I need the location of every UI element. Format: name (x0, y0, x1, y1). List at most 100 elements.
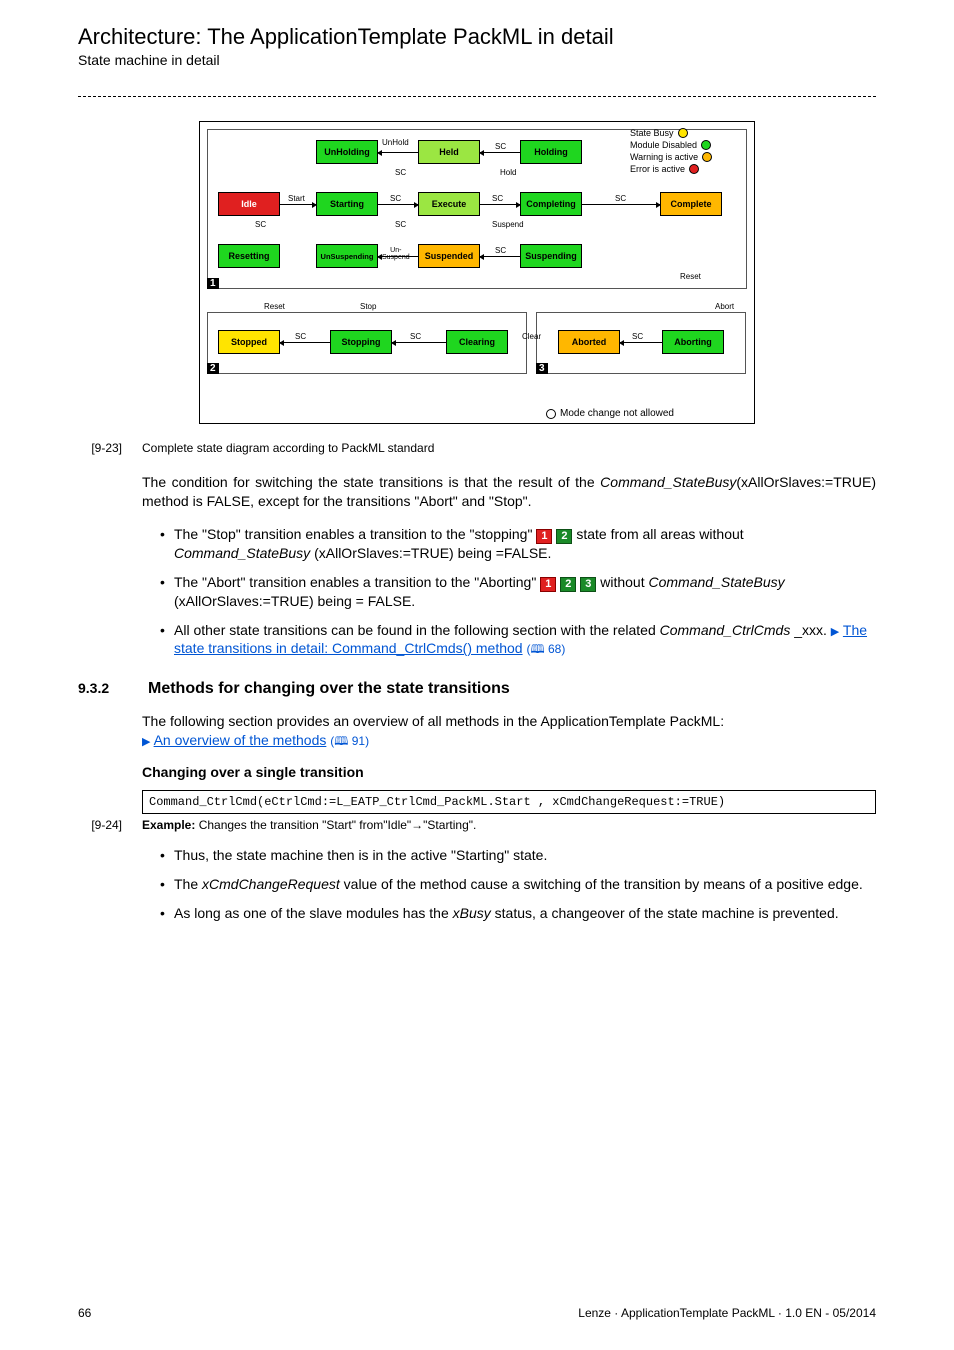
state-clearing: Clearing (446, 330, 508, 354)
section-heading: Methods for changing over the state tran… (148, 680, 510, 698)
arrow (280, 342, 330, 343)
text: 68 (548, 642, 561, 656)
state-held: Held (418, 140, 480, 164)
bullet-xcmd: The xCmdChangeRequest value of the metho… (160, 875, 876, 894)
arrow (280, 204, 316, 205)
arrow (620, 342, 662, 343)
text: The condition for switching the state tr… (142, 474, 600, 490)
label-sc: SC (395, 168, 406, 177)
text: value of the method cause a switching of… (340, 876, 863, 892)
legend: State Busy Module Disabled Warning is ac… (630, 128, 748, 176)
state-resetting: Resetting (218, 244, 280, 268)
label-sc: SC (492, 194, 503, 203)
legend-disabled: Module Disabled (630, 140, 697, 150)
link-methods-overview[interactable]: An overview of the methods (154, 732, 327, 748)
text: (xAllOrSlaves:=TRUE) being =FALSE. (310, 545, 551, 561)
label-sc: SC (495, 246, 506, 255)
arrow (582, 204, 660, 205)
arrow (480, 204, 520, 205)
label-abort: Abort (715, 302, 734, 311)
text: The "Stop" transition enables a transiti… (174, 526, 536, 542)
label-clear: Clear (522, 332, 541, 341)
bullet-abort: The "Abort" transition enables a transit… (160, 573, 876, 611)
text-italic: Command_StateBusy (649, 574, 785, 590)
text: status, a changeover of the state machin… (491, 905, 839, 921)
label-sc: SC (295, 332, 306, 341)
legend-warning: Warning is active (630, 152, 698, 162)
state-complete: Complete (660, 192, 722, 216)
page-ref: (🕮 68) (526, 642, 565, 656)
label-sc: SC (255, 220, 266, 229)
arrow (480, 256, 520, 257)
para-1: The condition for switching the state tr… (142, 473, 876, 511)
para-2: The following section provides an overvi… (142, 712, 876, 750)
text: _xxx. (790, 622, 830, 638)
page-number: 66 (78, 1306, 91, 1320)
caption-9-24: [9-24] Example: Changes the transition "… (78, 818, 876, 832)
state-unholding: UnHolding (316, 140, 378, 164)
text: without (600, 574, 648, 590)
badge-1: 1 (540, 577, 556, 592)
text: state from all areas without (576, 526, 743, 542)
badge-1: 1 (536, 529, 552, 544)
legend-error: Error is active (630, 164, 685, 174)
state-starting: Starting (316, 192, 378, 216)
text-italic: Command_StateBusy (600, 474, 736, 490)
mode-change-note: Mode change not allowed (546, 408, 674, 419)
label-stop: Stop (360, 302, 376, 311)
text: (xAllOrSlaves:=TRUE) being = FALSE. (174, 593, 415, 609)
arrow (480, 152, 520, 153)
label-start: Start (288, 194, 305, 203)
text: The "Abort" transition enables a transit… (174, 574, 540, 590)
footer-ref: Lenze · ApplicationTemplate PackML · 1.0… (578, 1306, 876, 1320)
badge-2: 2 (560, 577, 576, 592)
caption-9-23: [9-23] Complete state diagram according … (78, 441, 876, 455)
text: The following section provides an overvi… (142, 713, 724, 729)
state-execute: Execute (418, 192, 480, 216)
text-italic: Command_StateBusy (174, 545, 310, 561)
caption-key: [9-24] (78, 818, 122, 832)
bullet-other: All other state transitions can be found… (160, 621, 876, 659)
code-block: Command_CtrlCmd(eCtrlCmd:=L_EATP_CtrlCmd… (142, 790, 876, 814)
label-hold: Hold (500, 168, 516, 177)
text-italic: xBusy (453, 905, 491, 921)
state-suspended: Suspended (418, 244, 480, 268)
subheading: Changing over a single transition (142, 764, 876, 780)
zone-1-num: 1 (207, 278, 219, 289)
footer: 66 Lenze · ApplicationTemplate PackML · … (78, 1306, 876, 1320)
badge-2: 2 (556, 529, 572, 544)
label-sc: SC (615, 194, 626, 203)
zone-3-num: 3 (536, 363, 548, 374)
label-sc: SC (395, 220, 406, 229)
label-unhold: UnHold (382, 138, 409, 147)
label-sc: SC (390, 194, 401, 203)
arrow (392, 342, 446, 343)
bullet-starting: Thus, the state machine then is in the a… (160, 846, 876, 865)
zone-2-num: 2 (207, 363, 219, 374)
text: The (174, 876, 202, 892)
state-unsuspending: UnSuspending (316, 244, 378, 268)
state-stopped: Stopped (218, 330, 280, 354)
text-italic: xCmdChangeRequest (202, 876, 340, 892)
text: 91 (352, 734, 365, 748)
label-reset: Reset (680, 272, 701, 281)
page-ref: (🕮 91) (330, 734, 369, 748)
label-sc: SC (632, 332, 643, 341)
triangle-icon: ▶ (142, 736, 150, 748)
bullet-xbusy: As long as one of the slave modules has … (160, 904, 876, 923)
text: All other state transitions can be found… (174, 622, 660, 638)
state-holding: Holding (520, 140, 582, 164)
bullet-stop: The "Stop" transition enables a transiti… (160, 525, 876, 563)
text: As long as one of the slave modules has … (174, 905, 453, 921)
caption-text: Complete state diagram according to Pack… (142, 441, 876, 455)
label-sc: SC (410, 332, 421, 341)
text-bold: Example: (142, 818, 195, 832)
label-suspend: Suspend (492, 220, 524, 229)
arrow (378, 152, 418, 153)
state-aborted: Aborted (558, 330, 620, 354)
arrow (378, 204, 418, 205)
mode-change-text: Mode change not allowed (560, 408, 674, 419)
section-number: 9.3.2 (78, 680, 122, 698)
badge-3: 3 (580, 577, 596, 592)
state-aborting: Aborting (662, 330, 724, 354)
